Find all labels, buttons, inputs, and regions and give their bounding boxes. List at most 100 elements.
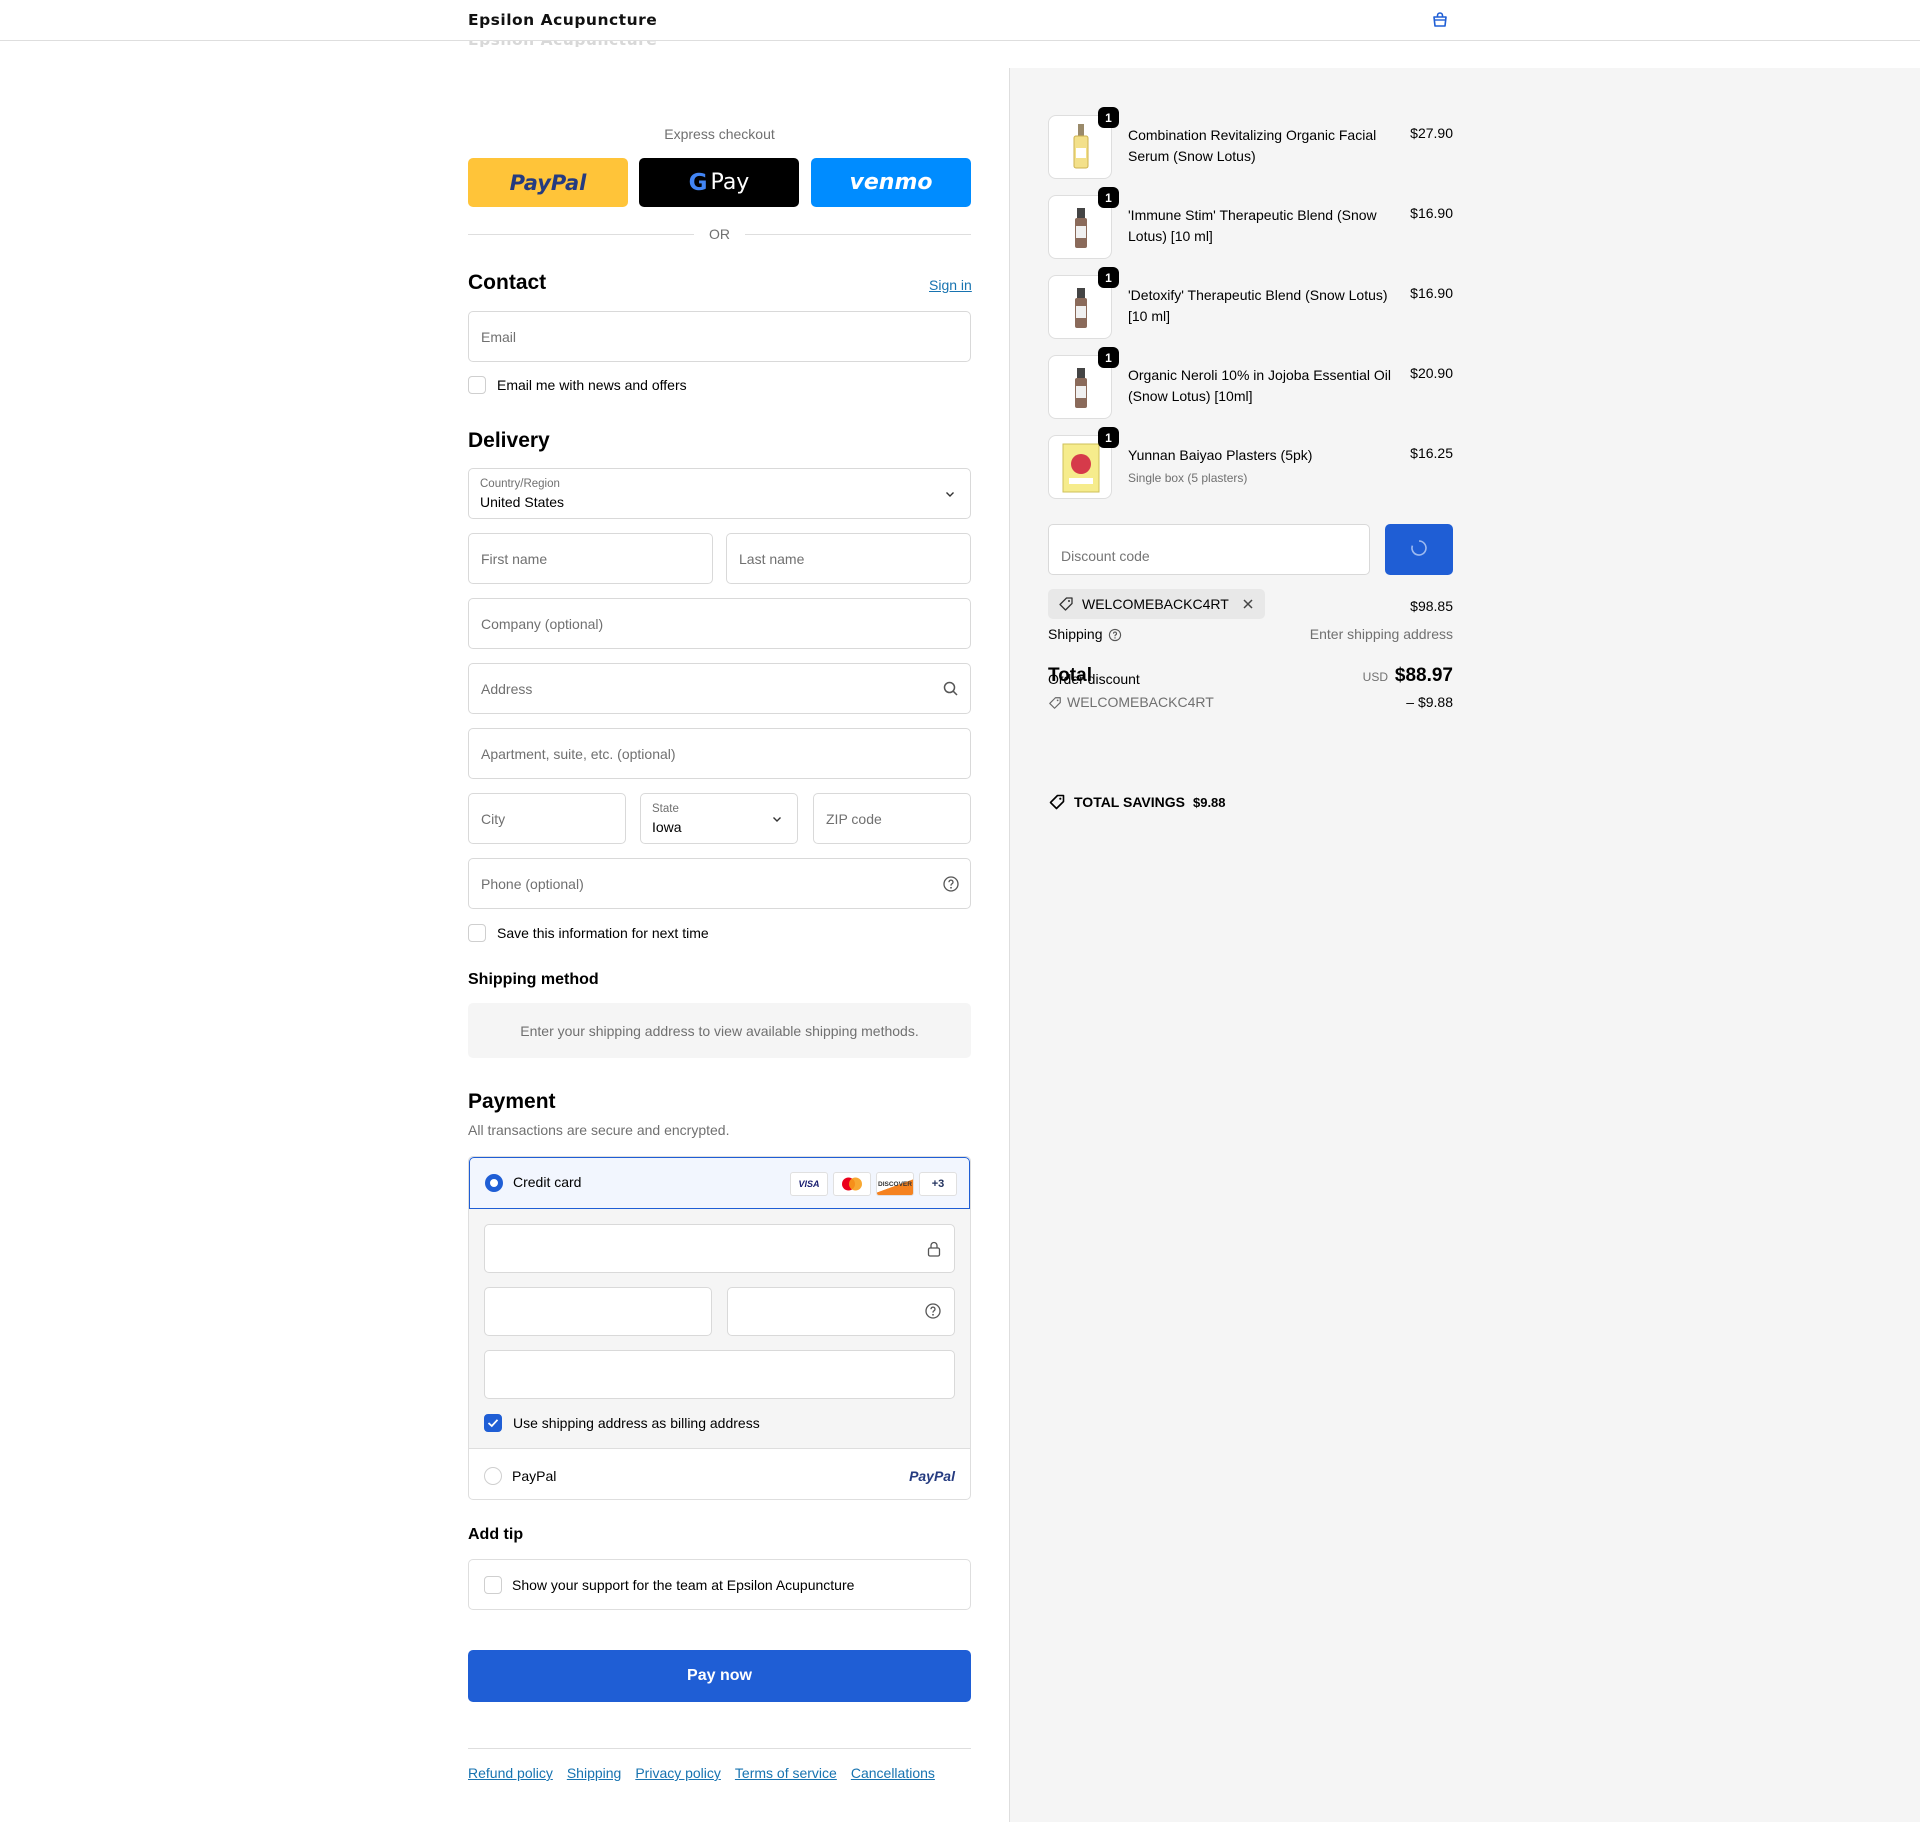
product-name: Yunnan Baiyao Plasters (5pk)	[1128, 447, 1313, 463]
order-discount-label: Order discount	[1048, 671, 1140, 687]
payment-subtitle: All transactions are secure and encrypte…	[468, 1122, 730, 1138]
express-checkout-label: Express checkout	[664, 126, 775, 142]
help-icon[interactable]	[942, 875, 960, 893]
terms-of-service-link[interactable]: Terms of service	[735, 1765, 837, 1781]
apartment-input[interactable]	[469, 729, 970, 778]
tip-checkbox[interactable]	[484, 1576, 502, 1594]
sign-in-link[interactable]: Sign in	[929, 277, 972, 293]
state-select[interactable]: State Iowa	[640, 793, 798, 844]
footer-links: Refund policy Shipping Privacy policy Te…	[468, 1765, 935, 1781]
news-label: Email me with news and offers	[497, 377, 687, 393]
loading-spinner-icon	[1411, 540, 1427, 556]
pay-now-button[interactable]: Pay now	[468, 1650, 971, 1702]
tip-label: Show your support for the team at Epsilo…	[512, 1577, 855, 1593]
product-thumbnail: 1	[1048, 267, 1119, 339]
shopping-bag-icon[interactable]	[1431, 12, 1449, 28]
privacy-policy-link[interactable]: Privacy policy	[635, 1765, 721, 1781]
paypal-logo: PayPal	[909, 1468, 955, 1484]
last-name-field[interactable]	[726, 533, 971, 584]
zip-input[interactable]	[814, 794, 970, 843]
product-price: $27.90	[1410, 125, 1453, 141]
apply-discount-button[interactable]	[1385, 524, 1453, 575]
billing-address-row[interactable]: Use shipping address as billing address	[484, 1414, 760, 1432]
refund-policy-link[interactable]: Refund policy	[468, 1765, 553, 1781]
visa-icon: VISA	[790, 1172, 828, 1196]
email-input[interactable]	[469, 312, 970, 361]
expiration-field[interactable]	[484, 1287, 712, 1336]
shipping-value: Enter shipping address	[1309, 626, 1453, 642]
help-icon[interactable]	[1108, 628, 1122, 642]
state-label: State	[652, 803, 679, 815]
or-divider: OR	[468, 224, 971, 244]
credit-card-option[interactable]: Credit card VISA DISCOVER +3	[469, 1157, 970, 1209]
venmo-logo: venmo	[849, 170, 933, 195]
chevron-down-icon	[773, 817, 781, 822]
paypal-radio[interactable]	[484, 1467, 502, 1485]
billing-checkbox[interactable]	[484, 1414, 502, 1432]
payment-methods: Credit card VISA DISCOVER +3 Use shippin…	[468, 1156, 971, 1500]
company-input[interactable]	[469, 599, 970, 648]
zip-field[interactable]	[813, 793, 971, 844]
close-icon[interactable]	[1241, 597, 1255, 611]
discount-code-input[interactable]	[1049, 525, 1369, 574]
security-code-field[interactable]	[727, 1287, 955, 1336]
news-opt-in-row[interactable]: Email me with news and offers	[468, 376, 687, 394]
product-name: 'Immune Stim' Therapeutic Blend (Snow Lo…	[1128, 207, 1377, 244]
mastercard-icon	[833, 1172, 871, 1196]
quantity-badge: 1	[1098, 267, 1119, 288]
shipping-method-heading: Shipping method	[468, 971, 599, 988]
discount-code-label: WELCOMEBACKC4RT	[1067, 694, 1214, 710]
google-pay-button[interactable]: G Pay	[639, 158, 799, 207]
header: Epsilon Acupuncture	[0, 0, 1920, 41]
product-name: 'Detoxify' Therapeutic Blend (Snow Lotus…	[1128, 287, 1388, 324]
cancellations-link[interactable]: Cancellations	[851, 1765, 935, 1781]
phone-input[interactable]	[469, 859, 970, 908]
line-item: 1 Organic Neroli 10% in Jojoba Essential…	[1048, 347, 1453, 425]
email-field[interactable]	[468, 311, 971, 362]
city-input[interactable]	[469, 794, 625, 843]
currency-label: USD	[1362, 670, 1388, 684]
product-price: $16.25	[1410, 445, 1453, 461]
help-icon[interactable]	[924, 1302, 942, 1320]
phone-field[interactable]	[468, 858, 971, 909]
savings-value: $9.88	[1192, 794, 1226, 810]
contact-heading: Contact	[468, 271, 547, 294]
total-savings: TOTAL SAVINGS $9.88	[1048, 793, 1226, 811]
tag-icon	[1049, 794, 1065, 810]
save-info-row[interactable]: Save this information for next time	[468, 924, 709, 942]
country-select[interactable]: Country/Region United States	[468, 468, 971, 519]
company-field[interactable]	[468, 598, 971, 649]
store-logo[interactable]: Epsilon Acupuncture	[468, 11, 657, 29]
name-on-card-field[interactable]	[484, 1350, 955, 1399]
total-row: Total Order discount USD $88.97	[1048, 664, 1453, 694]
quantity-badge: 1	[1098, 427, 1119, 448]
line-item: 1 Combination Revitalizing Organic Facia…	[1048, 107, 1453, 185]
shipping-policy-link[interactable]: Shipping	[567, 1765, 622, 1781]
address-input[interactable]	[469, 664, 970, 713]
lock-icon	[927, 1241, 941, 1257]
shipping-method-info: Enter your shipping address to view avai…	[468, 1003, 971, 1058]
add-tip-heading: Add tip	[468, 1526, 524, 1543]
address-field[interactable]	[468, 663, 971, 714]
city-field[interactable]	[468, 793, 626, 844]
last-name-input[interactable]	[727, 534, 970, 583]
paypal-express-button[interactable]: PayPal	[468, 158, 628, 207]
save-info-label: Save this information for next time	[497, 925, 709, 941]
country-label: Country/Region	[480, 478, 560, 490]
first-name-input[interactable]	[469, 534, 712, 583]
credit-card-radio[interactable]	[485, 1174, 503, 1192]
card-number-field[interactable]	[484, 1224, 955, 1273]
apartment-field[interactable]	[468, 728, 971, 779]
venmo-button[interactable]: venmo	[811, 158, 971, 207]
first-name-field[interactable]	[468, 533, 713, 584]
credit-card-form: Use shipping address as billing address	[469, 1209, 970, 1449]
search-icon	[943, 681, 958, 696]
tip-option[interactable]: Show your support for the team at Epsilo…	[468, 1559, 971, 1610]
product-thumbnail: 1	[1048, 427, 1119, 499]
discount-code-field[interactable]	[1048, 524, 1370, 575]
line-item: 1 Yunnan Baiyao Plasters (5pk) Single bo…	[1048, 427, 1453, 505]
paypal-logo: PayPal	[509, 170, 587, 195]
save-info-checkbox[interactable]	[468, 924, 486, 942]
paypal-option-label[interactable]: PayPal	[512, 1468, 556, 1484]
news-checkbox[interactable]	[468, 376, 486, 394]
